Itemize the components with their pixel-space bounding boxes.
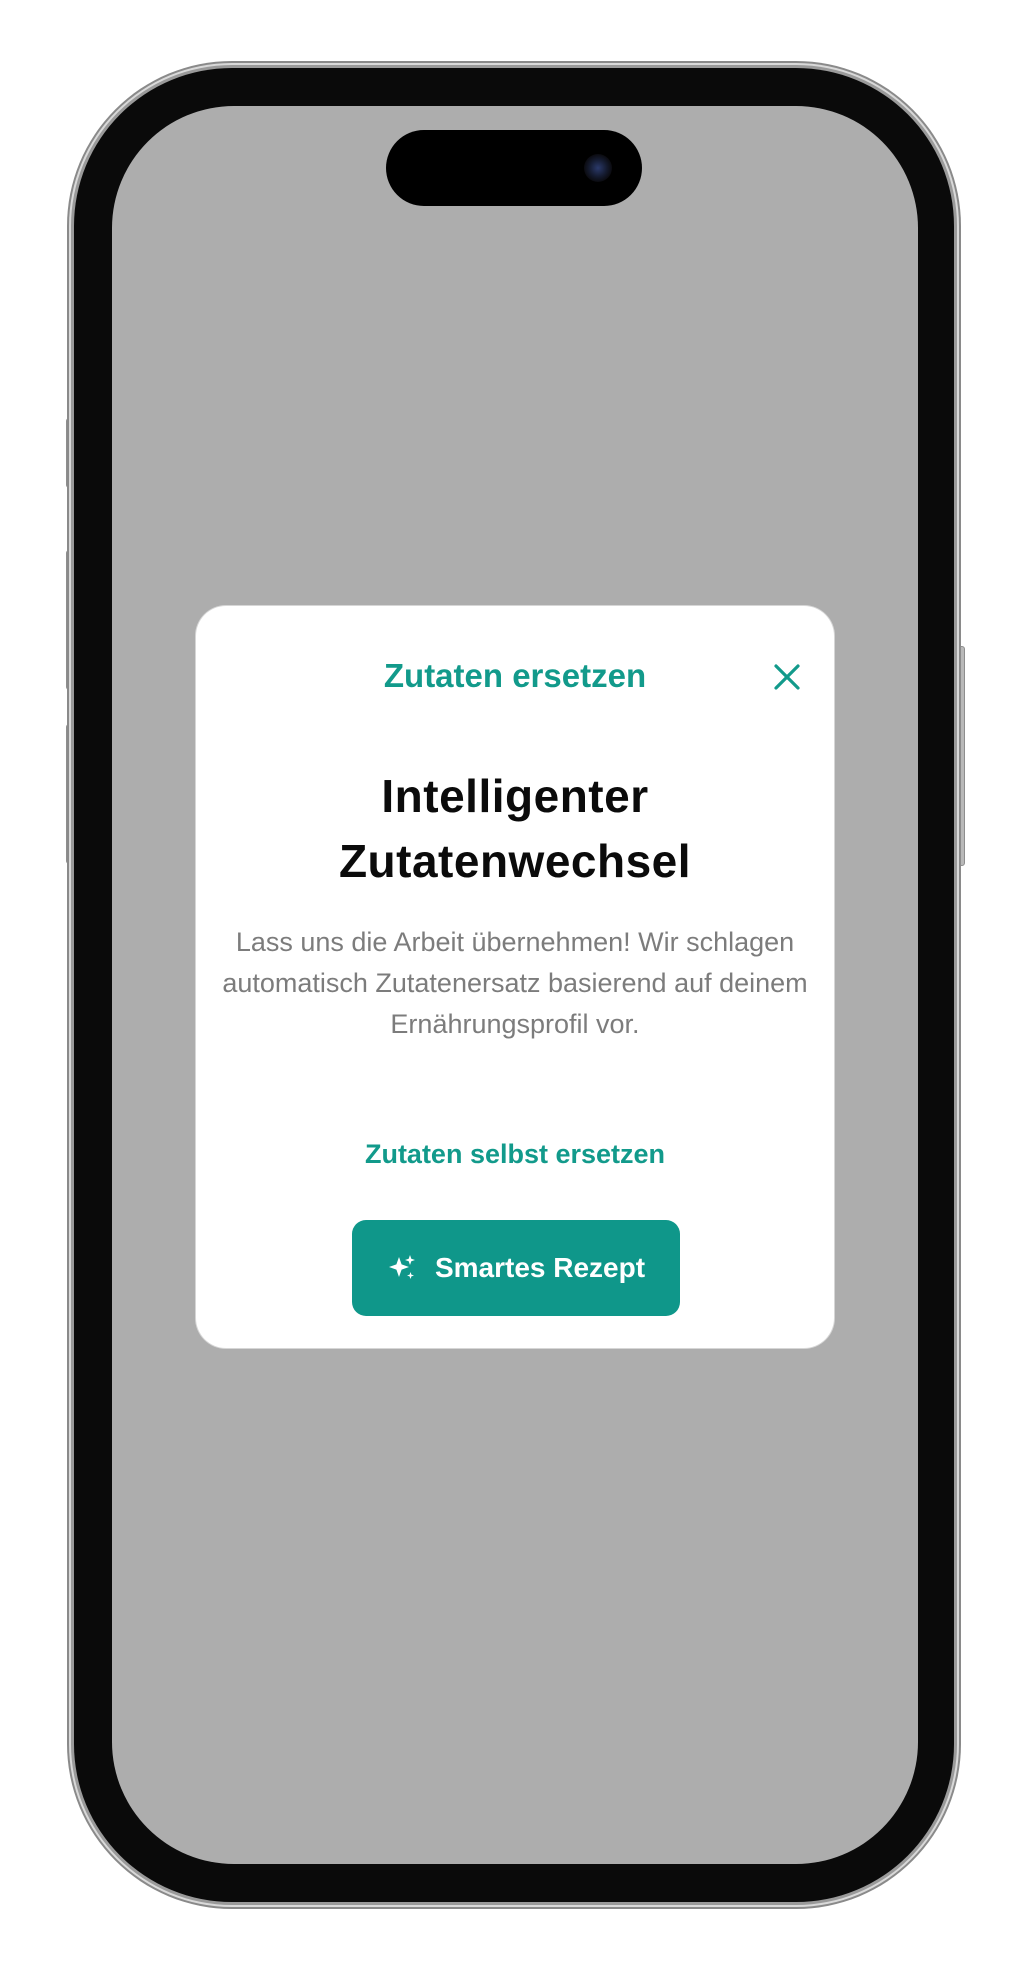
power-button	[954, 646, 965, 866]
close-button[interactable]	[762, 652, 812, 702]
dynamic-island	[386, 130, 642, 206]
dialog-headline: Intelligenter Zutatenwechsel	[338, 770, 692, 887]
dialog-header: Zutaten ersetzen	[196, 644, 834, 708]
device-mockup: Zutaten ersetzen Intelligenter Zutatenwe…	[0, 0, 1028, 1974]
camera-icon	[584, 154, 612, 182]
sparkle-icon	[387, 1253, 417, 1283]
ingredient-swap-dialog: Zutaten ersetzen Intelligenter Zutatenwe…	[196, 606, 834, 1348]
dialog-title: Zutaten ersetzen	[383, 657, 647, 694]
close-icon	[774, 664, 800, 690]
smart-recipe-button[interactable]: Smartes Rezept	[352, 1220, 680, 1316]
smart-recipe-label: Smartes Rezept	[434, 1252, 646, 1283]
dialog-description: Lass uns die Arbeit übernehmen! Wir schl…	[222, 927, 808, 1039]
replace-manually-link[interactable]: Zutaten selbst ersetzen	[196, 1132, 834, 1176]
